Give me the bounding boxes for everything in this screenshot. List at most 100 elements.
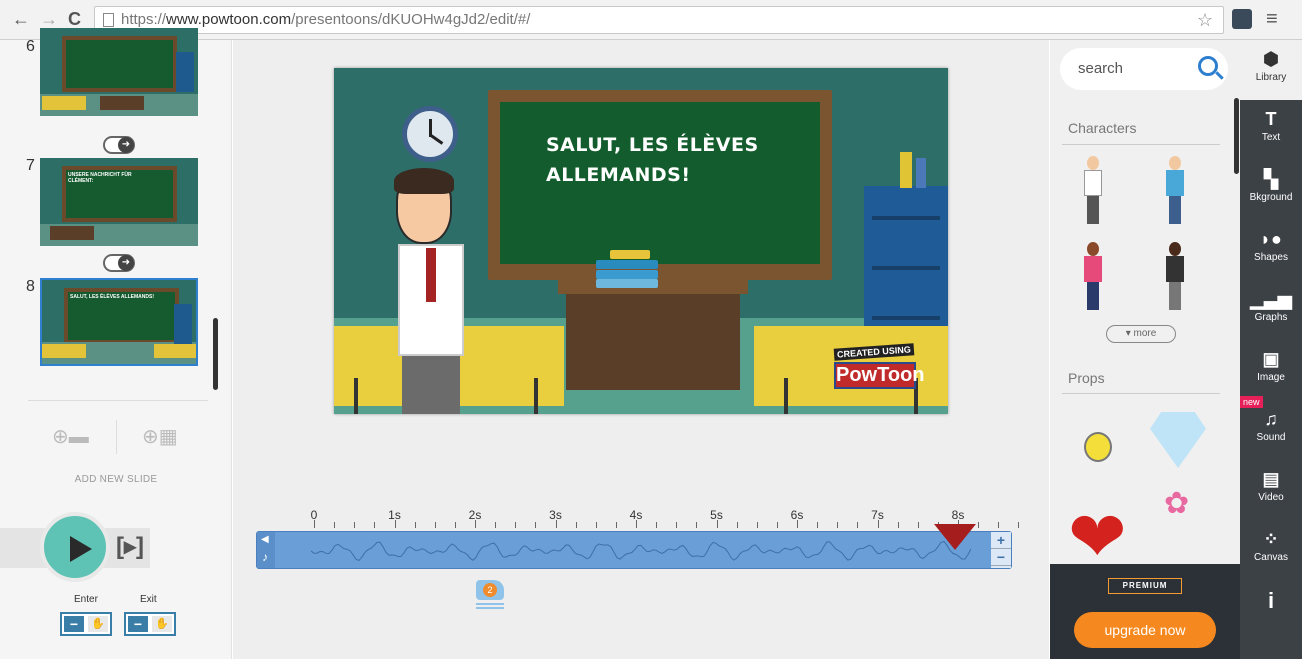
timeline-tick (475, 520, 476, 528)
slide-scrollbar[interactable] (213, 318, 218, 390)
menu-icon[interactable]: ≡ (1266, 8, 1278, 30)
extension-icon[interactable] (1232, 9, 1252, 29)
flower-prop[interactable]: ✿ (1164, 486, 1189, 521)
timeline-tick (434, 522, 436, 528)
audio-waveform (311, 540, 971, 561)
canvas-icon: ⁘ (1263, 529, 1279, 549)
timeline-track[interactable]: ◀ ♪ + − (256, 531, 1012, 569)
hand-icon[interactable]: ✋ (152, 616, 172, 632)
toolbar-sound[interactable]: ♫ Sound (1240, 400, 1302, 460)
toolbar-library[interactable]: ⬢ Library (1240, 40, 1302, 100)
toolbar-label: Graphs (1254, 312, 1288, 323)
teacher-desk[interactable] (558, 280, 748, 390)
slide-thumbnail-7[interactable]: UNSERE NACHRICHT FÜR CLÉMENT: (40, 158, 198, 246)
timeline-tick (857, 522, 859, 528)
timeline-tick (696, 522, 698, 528)
character-thumbnail[interactable] (1080, 242, 1106, 310)
library-icon: ⬢ (1263, 49, 1279, 69)
timeline-tick (817, 522, 819, 528)
toolbar-label: Bkground (1249, 192, 1293, 203)
timeline-tick (414, 522, 416, 528)
library-scrollbar[interactable] (1234, 98, 1239, 174)
zoom-out-button[interactable]: − (991, 549, 1011, 566)
back-icon[interactable]: ← (12, 8, 30, 30)
timeline-tick (998, 522, 1000, 528)
graphs-icon: ▁▃▅ (1250, 289, 1292, 309)
slide-thumbnail-6[interactable] (40, 28, 198, 116)
teacher-character[interactable] (392, 168, 472, 414)
shapes-icon: ◗● (1260, 229, 1282, 249)
character-thumbnail[interactable] (1080, 156, 1106, 224)
shelf-book (900, 152, 912, 188)
character-thumbnail[interactable] (1162, 242, 1188, 310)
slide-thumb-text: SALUT, LES ÉLÈVES ALLEMANDS! (70, 294, 154, 300)
lightbulb-prop[interactable] (1084, 432, 1112, 462)
search-input[interactable]: search (1060, 48, 1228, 90)
clock-icon[interactable] (402, 106, 458, 162)
timeline-tick (394, 520, 396, 528)
toolbar-image[interactable]: ▣ Image (1240, 340, 1302, 400)
timeline-tick (776, 522, 778, 528)
toolbar-graphs[interactable]: ▁▃▅ Graphs (1240, 280, 1302, 340)
book-stack[interactable] (596, 250, 658, 288)
diamond-prop[interactable] (1150, 412, 1206, 468)
toolbar-background[interactable]: ▚ Bkground (1240, 160, 1302, 220)
slide-stage[interactable]: SALUT, LES ÉLÈVES ALLEMANDS! CREATED USI… (334, 68, 948, 414)
toolbar-label: Video (1258, 492, 1284, 503)
timeline-tick (656, 522, 658, 528)
add-blank-slide-button[interactable]: ⊕▬ (52, 424, 94, 448)
upgrade-now-button[interactable]: upgrade now (1074, 612, 1216, 648)
address-bar[interactable]: https://www.powtoon.com/presentoons/dKUO… (94, 6, 1224, 34)
divider (1062, 144, 1220, 145)
timeline-tick (575, 522, 577, 528)
toolbar-shapes[interactable]: ◗● Shapes (1240, 220, 1302, 280)
timeline-tick (535, 522, 537, 528)
slide-thumbnail-8[interactable]: SALUT, LES ÉLÈVES ALLEMANDS! (40, 278, 198, 366)
zoom-in-button[interactable]: + (991, 532, 1011, 549)
timeline-tick (354, 522, 356, 528)
library-panel: search Characters ▾ more Props ❤ ✿ PREMI… (1050, 40, 1240, 659)
image-icon: ▣ (1262, 349, 1280, 369)
chalkboard[interactable]: SALUT, LES ÉLÈVES ALLEMANDS! (488, 90, 832, 280)
hand-icon[interactable]: ✋ (88, 616, 108, 632)
bookmark-star-icon[interactable]: ☆ (1197, 7, 1213, 33)
enter-label: Enter (74, 594, 98, 605)
music-note-icon[interactable]: ♪ (262, 550, 268, 564)
playhead-handle[interactable] (934, 524, 976, 550)
timeline-tick (495, 522, 497, 528)
exit-effect-control[interactable]: − ✋ (124, 612, 176, 636)
play-button[interactable] (40, 512, 110, 582)
transition-toggle[interactable]: ➜ (103, 254, 135, 272)
toolbar-canvas[interactable]: ⁘ Canvas (1240, 520, 1302, 580)
enter-effect-control[interactable]: − ✋ (60, 612, 112, 636)
toolbar-video[interactable]: ▤ Video (1240, 460, 1302, 520)
speaker-icon[interactable]: ◀ (261, 534, 269, 545)
timeline-left-controls[interactable]: ◀ ♪ (257, 532, 275, 568)
add-template-slide-button[interactable]: ⊕▦ (142, 424, 184, 448)
toolbar-text[interactable]: T Text (1240, 100, 1302, 160)
premium-section: PREMIUM upgrade now (1050, 564, 1240, 659)
character-thumbnail[interactable] (1162, 156, 1188, 224)
timeline-tick (978, 522, 980, 528)
more-characters-button[interactable]: ▾ more (1106, 325, 1176, 343)
reload-icon[interactable]: C (68, 8, 81, 30)
chalkboard-text[interactable]: SALUT, LES ÉLÈVES ALLEMANDS! (546, 130, 766, 190)
minus-icon[interactable]: − (64, 616, 84, 632)
minus-icon[interactable]: − (128, 616, 148, 632)
arrow-icon: ➜ (118, 255, 134, 271)
transition-toggle[interactable]: ➜ (103, 136, 135, 154)
search-icon[interactable] (1198, 56, 1218, 76)
forward-icon[interactable]: → (40, 8, 58, 30)
timeline-marker[interactable]: 2 (476, 580, 504, 610)
shelf-book (916, 158, 926, 188)
heart-prop[interactable]: ❤ (1068, 502, 1127, 572)
timeline-tick (374, 522, 376, 528)
toolbar-label: Text (1261, 132, 1281, 143)
slide-number: 8 (26, 278, 35, 295)
exit-label: Exit (140, 594, 157, 605)
timeline-tick (334, 522, 336, 528)
divider (1062, 393, 1220, 394)
info-button[interactable]: i (1240, 588, 1302, 648)
play-from-here-button[interactable]: [▸] (116, 532, 144, 561)
more-label: more (1133, 328, 1157, 339)
